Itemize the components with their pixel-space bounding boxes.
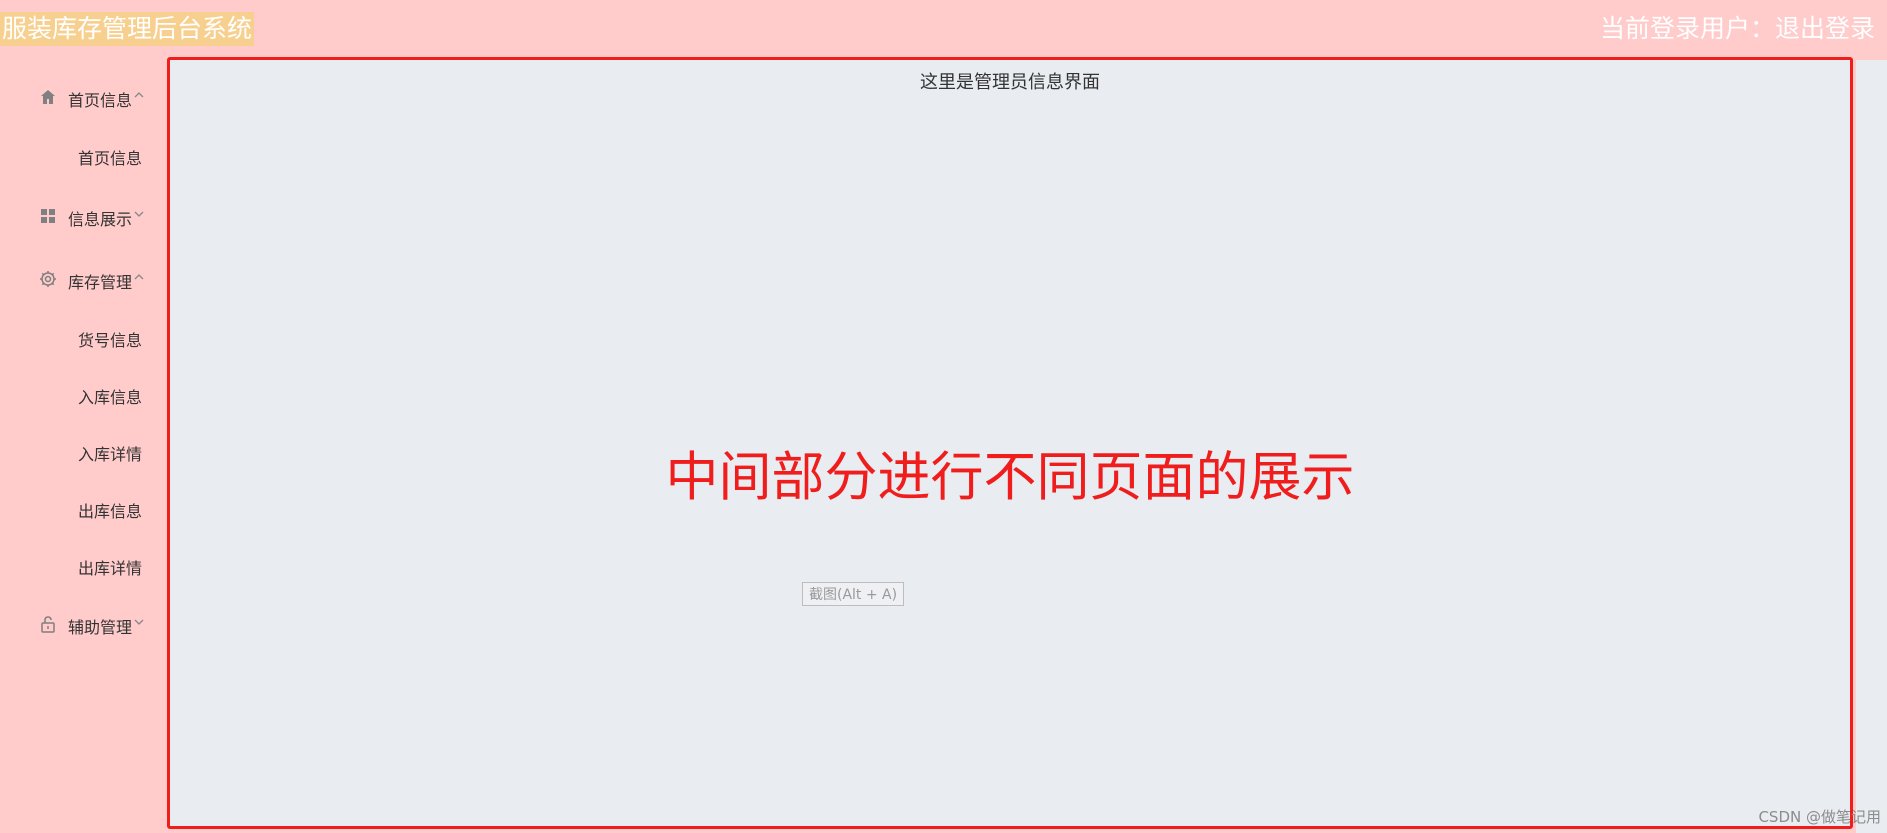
submenu-item-label: 货号信息 [78, 331, 143, 350]
page-caption: 这里是管理员信息界面 [920, 72, 1100, 93]
menu-head-label: 辅助管理 [68, 618, 133, 637]
submenu-item-label: 入库信息 [78, 388, 143, 407]
chevron-down-icon [134, 619, 144, 625]
submenu-item-label: 首页信息 [78, 149, 143, 168]
gear-icon [40, 271, 56, 287]
submenu-item-outbound-detail[interactable]: 出库详情 [0, 545, 165, 585]
submenu-item-inbound-detail[interactable]: 入库详情 [0, 431, 165, 471]
header-user-area: 当前登录用户：退出登录 [1600, 12, 1875, 46]
submenu-item-outbound-info[interactable]: 出库信息 [0, 488, 165, 528]
watermark: CSDN @做笔记用 [1758, 808, 1881, 826]
menu-head-auxiliary[interactable]: 辅助管理 [0, 603, 165, 643]
screenshot-tooltip: 截图(Alt + A) [802, 582, 905, 606]
submenu-item-inbound-info[interactable]: 入库信息 [0, 374, 165, 414]
submenu-item-label: 出库详情 [78, 559, 143, 578]
right-scroll-strip [1856, 60, 1887, 833]
submenu-item-label: 出库信息 [78, 502, 143, 521]
submenu-item-article-info[interactable]: 货号信息 [0, 317, 165, 357]
app-title: 服装库存管理后台系统 [0, 12, 255, 46]
grid-icon [41, 209, 55, 223]
top-header: 服装库存管理后台系统 当前登录用户：退出登录 [0, 0, 1887, 60]
menu-head-label: 信息展示 [68, 210, 133, 229]
sidebar: 首页信息 首页信息 信息展示 库存管理 货号信息 入库信息 入库详情 出库信息 … [0, 60, 165, 833]
submenu-item-home[interactable]: 首页信息 [0, 135, 165, 175]
main-content: 这里是管理员信息界面 中间部分进行不同页面的展示 截图(Alt + A) [167, 57, 1853, 829]
menu-head-info-display[interactable]: 信息展示 [0, 195, 165, 235]
chevron-down-icon [134, 211, 144, 217]
menu-group-auxiliary: 辅助管理 [0, 60, 165, 637]
chevron-up-icon [134, 274, 144, 280]
current-user-label: 当前登录用户： [1599, 14, 1775, 43]
submenu-item-label: 入库详情 [78, 445, 143, 464]
logout-link[interactable]: 退出登录 [1775, 14, 1875, 43]
menu-head-inventory[interactable]: 库存管理 [0, 258, 165, 298]
lock-icon [41, 616, 55, 633]
content-annotation: 中间部分进行不同页面的展示 [665, 447, 1355, 508]
menu-head-label: 库存管理 [68, 273, 133, 292]
